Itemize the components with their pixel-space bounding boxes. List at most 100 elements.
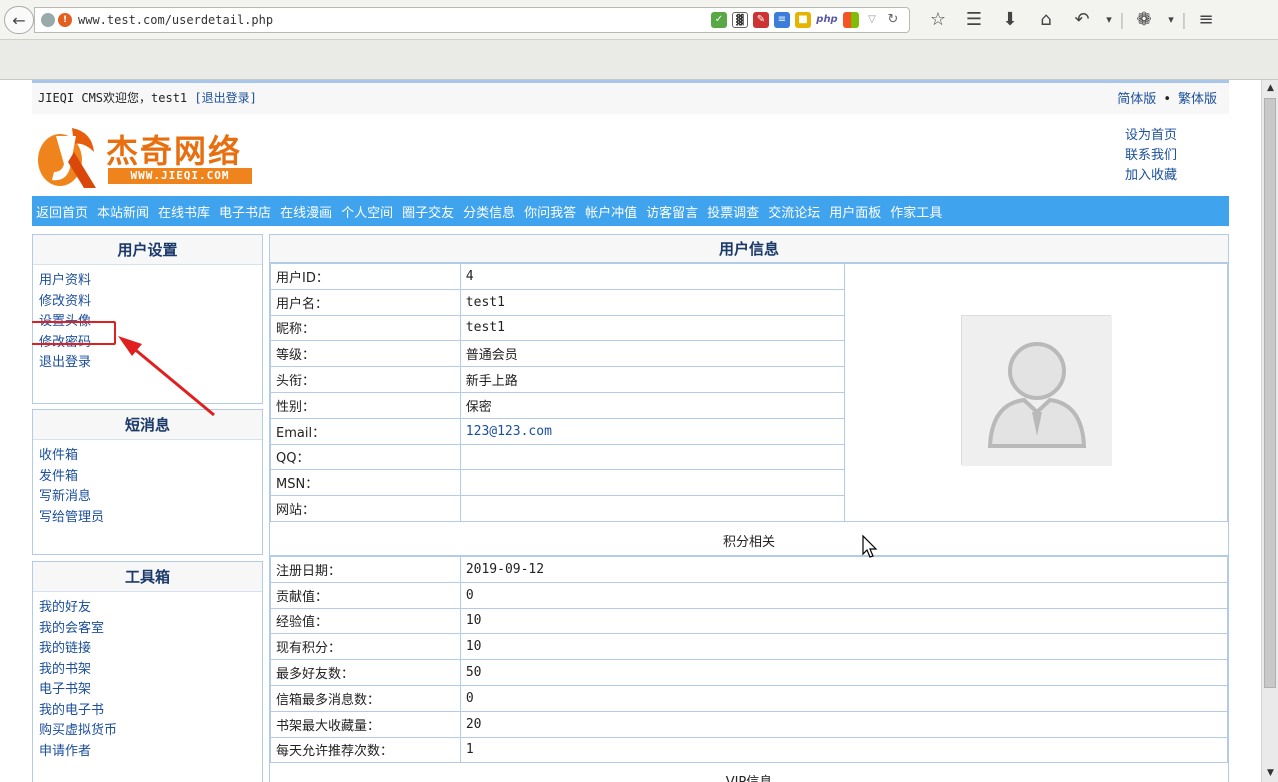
php-icon[interactable]: php: [816, 12, 838, 28]
nav-library[interactable]: 在线书库: [158, 202, 210, 221]
nav-classifieds[interactable]: 分类信息: [463, 202, 515, 221]
pen-icon[interactable]: ✎: [753, 12, 769, 28]
row-value: [459, 495, 846, 522]
firefox-warning-icon: !: [58, 13, 72, 27]
nav-user-panel[interactable]: 用户面板: [829, 202, 881, 221]
sidebar-item-outbox[interactable]: 发件箱: [39, 467, 262, 488]
scroll-up-arrow-icon[interactable]: ▲: [1262, 80, 1278, 97]
chevron-down-icon[interactable]: ▾: [1100, 8, 1118, 32]
url-text[interactable]: www.test.com/userdetail.php: [78, 13, 711, 27]
nav-recharge[interactable]: 帐户冲值: [585, 202, 637, 221]
row-label: 网站：: [270, 495, 461, 522]
table-row: 每天允许推荐次数： 1: [270, 736, 1229, 764]
row-label: QQ：: [270, 443, 461, 471]
nav-forum[interactable]: 交流论坛: [768, 202, 820, 221]
nav-home[interactable]: 返回首页: [36, 202, 88, 221]
nav-polls[interactable]: 投票调查: [707, 202, 759, 221]
row-label: 头衔：: [270, 366, 461, 393]
site-identity-icon[interactable]: [41, 13, 55, 27]
row-label: 现有积分：: [270, 633, 461, 661]
bookmark-star-icon[interactable]: ☆: [920, 8, 956, 32]
dropdown-triangle-icon[interactable]: ▽: [864, 12, 880, 28]
row-label: 性别：: [270, 391, 461, 419]
reader-list-icon[interactable]: ☰: [956, 8, 992, 32]
row-label: Email：: [270, 417, 461, 445]
row-label: 用户ID：: [270, 263, 461, 290]
row-value: 20: [459, 710, 1229, 738]
sidebar-item-buy-currency[interactable]: 购买虚拟货币: [39, 721, 262, 742]
contact-us-link[interactable]: 联系我们: [1125, 146, 1177, 166]
nav-qa[interactable]: 你问我答: [524, 202, 576, 221]
lock-icon[interactable]: ■: [795, 12, 811, 28]
table-row: 最多好友数： 50: [270, 659, 1229, 686]
menu-hamburger-icon[interactable]: ≡: [1188, 8, 1224, 32]
set-homepage-link[interactable]: 设为首页: [1125, 126, 1177, 146]
sidebar-item-my-ebooks[interactable]: 我的电子书: [39, 701, 262, 722]
site-logo[interactable]: 杰奇网络 WWW.JIEQI.COM: [32, 120, 262, 192]
row-value: 50: [459, 659, 1229, 686]
toolbox-box: 工具箱 我的好友 我的会客室 我的链接 我的书架 电子书架 我的电子书 购买虚拟…: [32, 561, 263, 782]
logout-link[interactable]: [退出登录]: [194, 91, 256, 105]
row-label: MSN：: [270, 469, 461, 497]
home-icon[interactable]: ⌂: [1028, 8, 1064, 32]
user-settings-title: 用户设置: [33, 235, 262, 265]
windows-icon[interactable]: [843, 12, 859, 28]
nav-news[interactable]: 本站新闻: [97, 202, 149, 221]
undo-icon[interactable]: ↶: [1064, 8, 1100, 32]
traditional-chinese-link[interactable]: 繁体版: [1178, 92, 1217, 107]
toolbox-title: 工具箱: [33, 562, 262, 592]
logo-mark-icon: [38, 128, 96, 188]
scroll-down-arrow-icon[interactable]: ▼: [1262, 765, 1278, 782]
nav-ebook-store[interactable]: 电子书店: [219, 202, 271, 221]
row-value: 普通会员: [459, 340, 846, 368]
row-value: 0: [459, 684, 1229, 712]
sidebar-item-inbox[interactable]: 收件箱: [39, 446, 262, 467]
sidebar-item-bookshelf[interactable]: 我的书架: [39, 660, 262, 681]
sidebar-item-logout[interactable]: 退出登录: [39, 353, 262, 374]
row-value: 保密: [459, 391, 846, 419]
simplified-chinese-link[interactable]: 简体版: [1117, 92, 1156, 107]
sidebar-item-user-profile[interactable]: 用户资料: [39, 271, 262, 292]
back-button[interactable]: ←: [4, 6, 34, 34]
nav-circles[interactable]: 圈子交友: [402, 202, 454, 221]
shield-icon[interactable]: ✓: [711, 12, 727, 28]
nav-author-tools[interactable]: 作家工具: [890, 202, 942, 221]
row-value: test1: [459, 314, 846, 342]
sidebar-item-ebook-shelf[interactable]: 电子书架: [39, 680, 262, 701]
site-topbar: JIEQI CMS欢迎您，test1 [退出登录] 简体版 • 繁体版: [32, 80, 1229, 114]
chevron-down-icon[interactable]: ▾: [1162, 8, 1180, 32]
browser-toolbar-icons: ☆ ☰ ⬇ ⌂ ↶ ▾ | ❁ ▾ | ≡: [920, 8, 1224, 32]
toolbar-separator: |: [1181, 10, 1187, 29]
sidebar-item-write-admin[interactable]: 写给管理员: [39, 508, 262, 529]
email-link[interactable]: 123@123.com: [459, 417, 846, 445]
qr-code-icon[interactable]: ▓: [732, 12, 748, 28]
user-info-panel: 用户信息 用户ID： 4 用户名： test1 昵称： test1 等级： 普通…: [269, 234, 1229, 782]
document-icon[interactable]: ≡: [774, 12, 790, 28]
sidebar-item-new-message[interactable]: 写新消息: [39, 487, 262, 508]
sidebar-item-edit-profile[interactable]: 修改资料: [39, 292, 262, 313]
user-settings-box: 用户设置 用户资料 修改资料 设置头像 修改密码 退出登录: [32, 234, 263, 404]
page-scrollbar[interactable]: ▲ ▼: [1261, 80, 1278, 782]
row-value: 新手上路: [459, 366, 846, 393]
sidebar-item-apply-author[interactable]: 申请作者: [39, 742, 262, 763]
download-icon[interactable]: ⬇: [992, 8, 1028, 32]
row-value: 4: [459, 263, 846, 290]
nav-guestbook[interactable]: 访客留言: [646, 202, 698, 221]
sidebar-item-friends[interactable]: 我的好友: [39, 598, 262, 619]
address-bar[interactable]: ! www.test.com/userdetail.php ✓ ▓ ✎ ≡ ■ …: [34, 7, 910, 33]
header-links: 设为首页 联系我们 加入收藏: [1125, 126, 1177, 186]
scroll-thumb[interactable]: [1264, 98, 1276, 688]
page-content: JIEQI CMS欢迎您，test1 [退出登录] 简体版 • 繁体版 杰奇网络 W…: [32, 80, 1229, 782]
row-label: 经验值：: [270, 607, 461, 635]
points-table: 注册日期： 2019-09-12 贡献值： 0 经验值： 10 现有积分： 10 最多好…: [270, 556, 1229, 764]
sidebar-item-links[interactable]: 我的链接: [39, 639, 262, 660]
nav-personal-space[interactable]: 个人空间: [341, 202, 393, 221]
reload-icon[interactable]: ↻: [885, 12, 901, 28]
sidebar-item-parlor[interactable]: 我的会客室: [39, 619, 262, 640]
add-favorite-link[interactable]: 加入收藏: [1125, 166, 1177, 186]
addon-icon[interactable]: ❁: [1126, 8, 1162, 32]
language-switch: 简体版 • 繁体版: [1117, 88, 1217, 107]
separator-dot: •: [1163, 92, 1171, 107]
nav-comics[interactable]: 在线漫画: [280, 202, 332, 221]
table-row: 书架最大收藏量： 20: [270, 710, 1229, 738]
